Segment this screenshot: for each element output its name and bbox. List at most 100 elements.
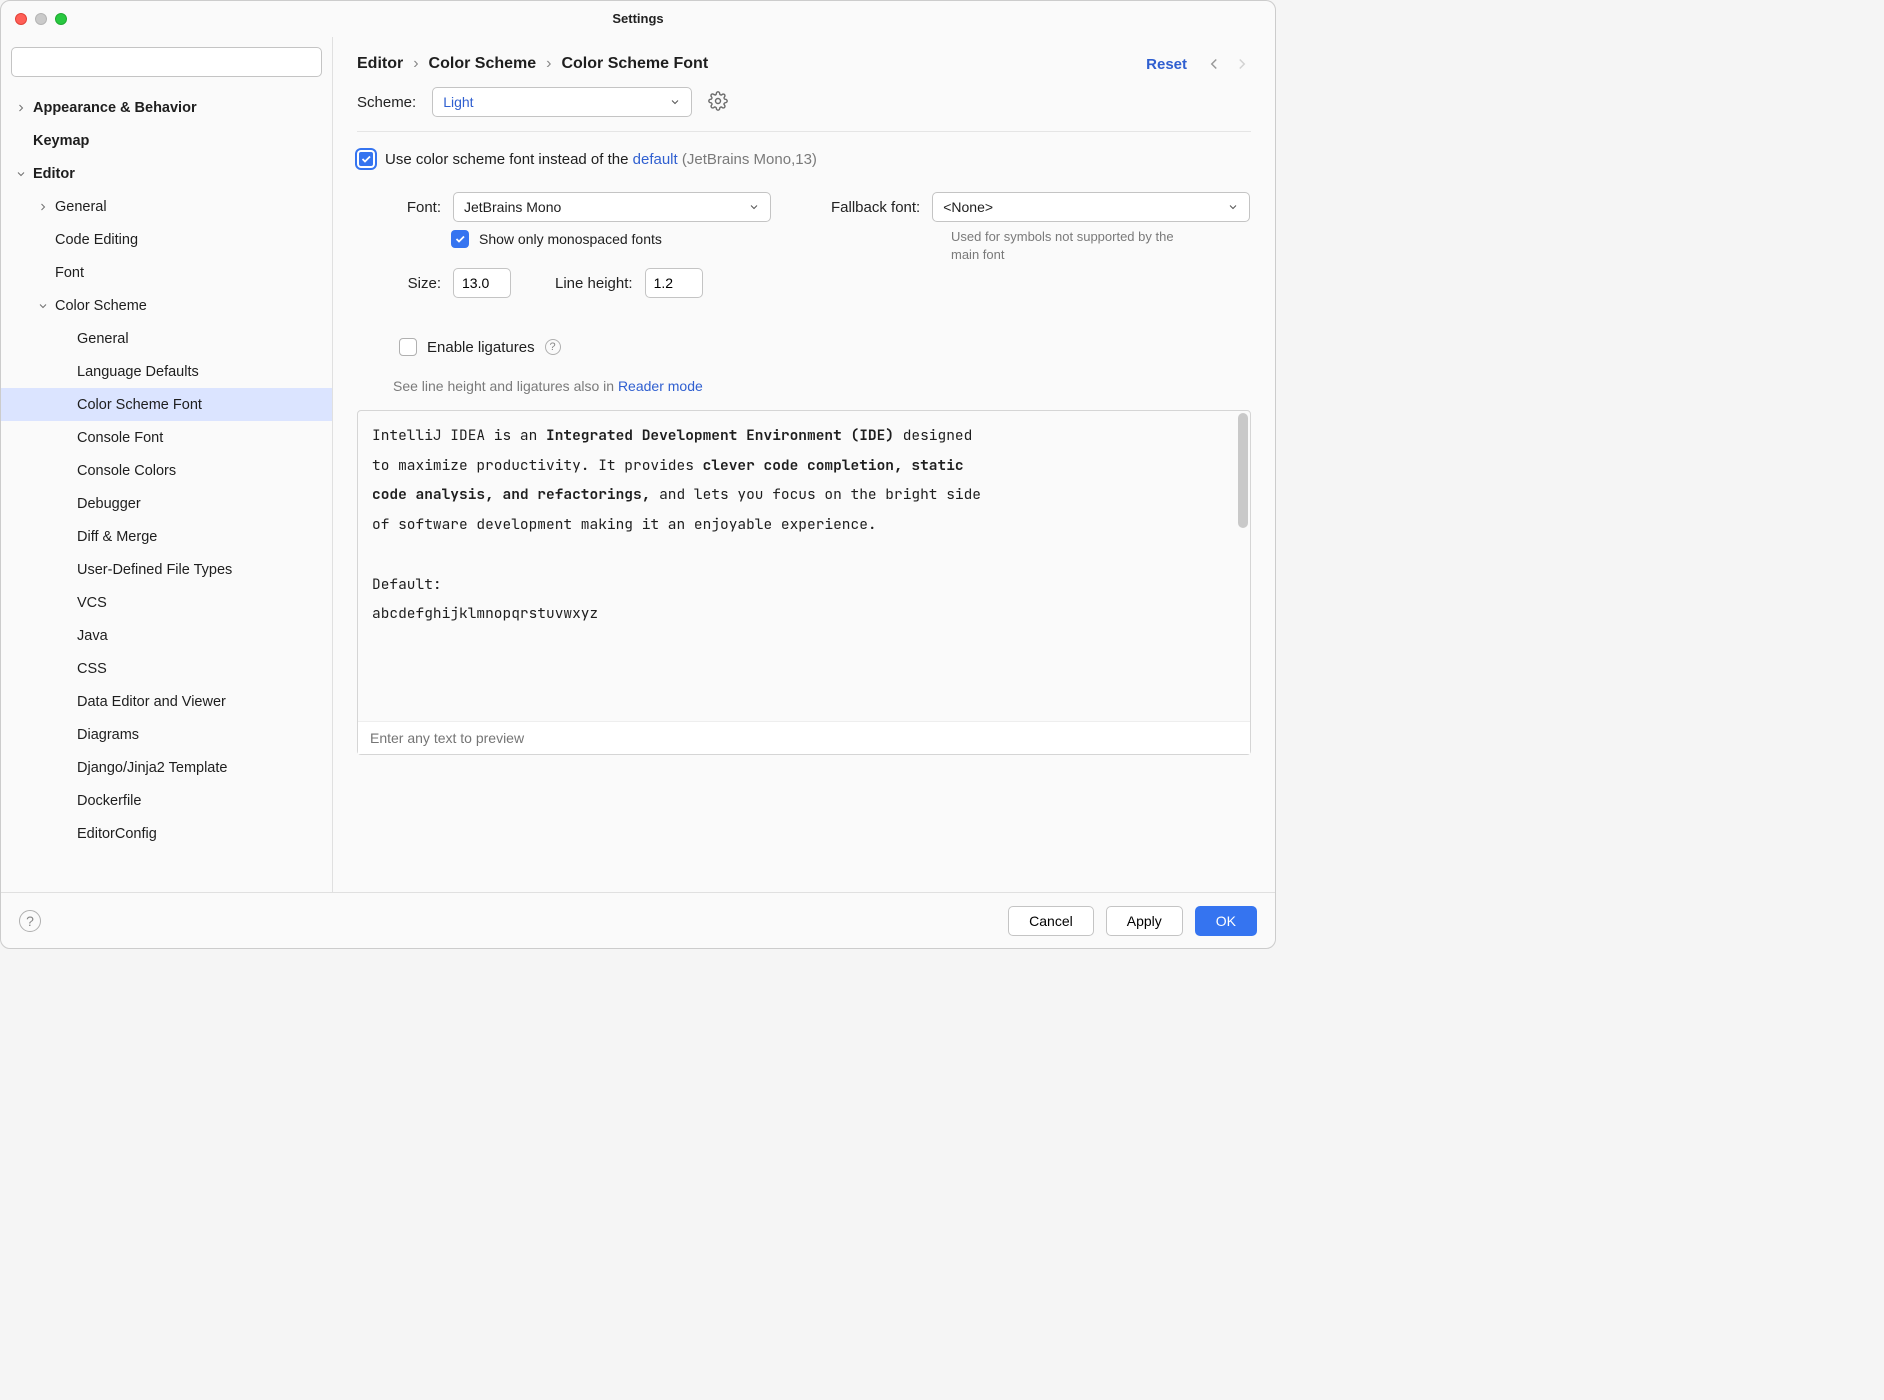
tree-item-general[interactable]: General	[1, 322, 332, 355]
tree-item-console-font[interactable]: Console Font	[1, 421, 332, 454]
line-height-label: Line height:	[555, 275, 633, 292]
size-input[interactable]	[453, 268, 511, 298]
font-label: Font:	[393, 199, 441, 216]
help-button[interactable]: ?	[19, 910, 41, 932]
ok-button[interactable]: OK	[1195, 906, 1257, 936]
tree-item-label: User-Defined File Types	[77, 562, 232, 578]
fallback-value: <None>	[943, 199, 993, 215]
tree-item-debugger[interactable]: Debugger	[1, 487, 332, 520]
tree-item-editorconfig[interactable]: EditorConfig	[1, 817, 332, 850]
chevron-down-icon	[669, 96, 681, 108]
preview-input[interactable]	[358, 721, 1250, 754]
size-label: Size:	[393, 275, 441, 292]
fallback-label: Fallback font:	[831, 199, 920, 216]
use-scheme-font-checkbox[interactable]	[357, 150, 375, 168]
chevron-down-icon	[15, 168, 27, 180]
tree-item-vcs[interactable]: VCS	[1, 586, 332, 619]
chevron-right-icon	[15, 102, 27, 114]
tree-item-label: General	[77, 331, 129, 347]
settings-tree: Appearance & Behavior Keymap Editor General…	[1, 87, 332, 892]
breadcrumb-item: Color Scheme Font	[561, 55, 708, 73]
tree-item-label: CSS	[77, 661, 107, 677]
tree-item-diagrams[interactable]: Diagrams	[1, 718, 332, 751]
chevron-down-icon	[37, 300, 49, 312]
preview-scrollbar[interactable]	[1238, 413, 1248, 714]
font-value: JetBrains Mono	[464, 199, 561, 215]
nav-forward-icon[interactable]	[1233, 55, 1251, 73]
tree-item-editor[interactable]: Editor	[1, 157, 332, 190]
gear-icon	[708, 91, 728, 111]
tree-item-language-defaults[interactable]: Language Defaults	[1, 355, 332, 388]
tree-item-label: Console Font	[77, 430, 163, 446]
tree-item-label: Java	[77, 628, 108, 644]
titlebar: Settings	[1, 1, 1275, 37]
fallback-font-select[interactable]: <None>	[932, 192, 1250, 222]
hint-text: See line height and ligatures also in	[393, 378, 618, 394]
tree-item-label: Django/Jinja2 Template	[77, 760, 227, 776]
tree-item-dockerfile[interactable]: Dockerfile	[1, 784, 332, 817]
search-input[interactable]	[11, 47, 322, 77]
tree-item-label: Appearance & Behavior	[33, 100, 197, 116]
nav-back-icon[interactable]	[1205, 55, 1223, 73]
tree-item-label: Language Defaults	[77, 364, 199, 380]
reset-link[interactable]: Reset	[1146, 56, 1187, 73]
use-font-label: Use color scheme font instead of the	[385, 151, 628, 168]
preview-text[interactable]: IntelliJ IDEA is an Integrated Developme…	[358, 411, 998, 721]
tree-item-diff-merge[interactable]: Diff & Merge	[1, 520, 332, 553]
breadcrumb-sep: ›	[413, 55, 418, 73]
tree-item-label: Data Editor and Viewer	[77, 694, 226, 710]
breadcrumb: Editor › Color Scheme › Color Scheme Fon…	[357, 55, 708, 73]
tree-item-label: Color Scheme Font	[77, 397, 202, 413]
breadcrumb-item[interactable]: Color Scheme	[429, 55, 537, 73]
tree-item-label: Console Colors	[77, 463, 176, 479]
fallback-helper: Used for symbols not supported by the ma…	[951, 228, 1191, 263]
chevron-down-icon	[1227, 201, 1239, 213]
tree-item-label: VCS	[77, 595, 107, 611]
breadcrumb-sep: ›	[546, 55, 551, 73]
scheme-gear-button[interactable]	[708, 91, 728, 114]
ligatures-help-icon[interactable]: ?	[545, 339, 561, 355]
tree-item-label: Debugger	[77, 496, 141, 512]
preview-box: IntelliJ IDEA is an Integrated Developme…	[357, 410, 1251, 755]
breadcrumb-item[interactable]: Editor	[357, 55, 403, 73]
tree-item-console-colors[interactable]: Console Colors	[1, 454, 332, 487]
tree-item-user-defined-file-types[interactable]: User-Defined File Types	[1, 553, 332, 586]
tree-item-css[interactable]: CSS	[1, 652, 332, 685]
scheme-value: Light	[443, 94, 473, 110]
tree-item-label: Diagrams	[77, 727, 139, 743]
chevron-right-icon	[37, 201, 49, 213]
line-height-input[interactable]	[645, 268, 703, 298]
tree-item-java[interactable]: Java	[1, 619, 332, 652]
tree-item-label: Editor	[33, 166, 75, 182]
monospaced-label: Show only monospaced fonts	[479, 231, 662, 247]
tree-item-keymap[interactable]: Keymap	[1, 124, 332, 157]
use-font-suffix: (JetBrains Mono,13)	[682, 151, 817, 168]
window-title: Settings	[1, 11, 1275, 26]
tree-item-label: Font	[55, 265, 84, 281]
tree-item-general[interactable]: General	[1, 190, 332, 223]
scrollbar-thumb[interactable]	[1238, 413, 1248, 528]
sidebar: Appearance & Behavior Keymap Editor General…	[1, 37, 333, 892]
tree-item-django-jinja2-template[interactable]: Django/Jinja2 Template	[1, 751, 332, 784]
tree-item-code-editing[interactable]: Code Editing	[1, 223, 332, 256]
ligatures-label: Enable ligatures	[427, 339, 535, 356]
default-link[interactable]: default	[633, 151, 678, 168]
tree-item-data-editor-and-viewer[interactable]: Data Editor and Viewer	[1, 685, 332, 718]
tree-item-font[interactable]: Font	[1, 256, 332, 289]
reader-mode-link[interactable]: Reader mode	[618, 378, 703, 394]
tree-item-label: Diff & Merge	[77, 529, 157, 545]
cancel-button[interactable]: Cancel	[1008, 906, 1094, 936]
tree-item-label: Dockerfile	[77, 793, 141, 809]
font-select[interactable]: JetBrains Mono	[453, 192, 771, 222]
tree-item-label: Color Scheme	[55, 298, 147, 314]
monospaced-only-checkbox[interactable]	[451, 230, 469, 248]
tree-item-color-scheme-font[interactable]: Color Scheme Font	[1, 388, 332, 421]
chevron-down-icon	[748, 201, 760, 213]
scheme-select[interactable]: Light	[432, 87, 692, 117]
tree-item-label: General	[55, 199, 107, 215]
tree-item-color-scheme[interactable]: Color Scheme	[1, 289, 332, 322]
apply-button[interactable]: Apply	[1106, 906, 1183, 936]
scheme-label: Scheme:	[357, 94, 416, 111]
enable-ligatures-checkbox[interactable]	[399, 338, 417, 356]
tree-item-appearance-behavior[interactable]: Appearance & Behavior	[1, 91, 332, 124]
